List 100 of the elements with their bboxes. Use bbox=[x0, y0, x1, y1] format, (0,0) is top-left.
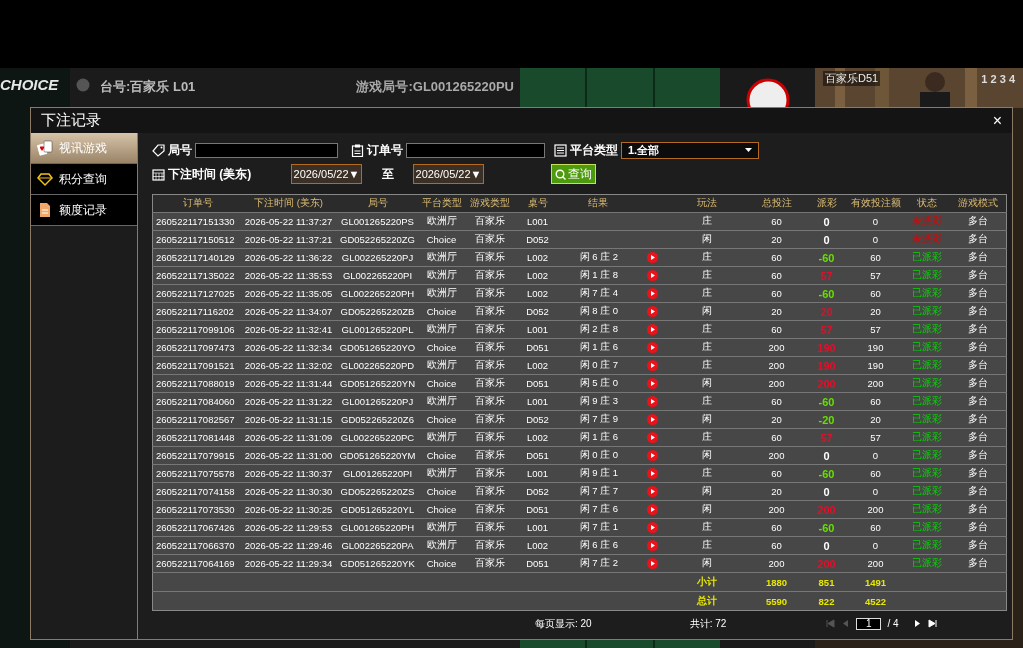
table-cell: 多台 bbox=[949, 500, 1007, 519]
badge-icon bbox=[76, 78, 90, 92]
table-cell: 欧洲厅 bbox=[420, 536, 463, 555]
table-cell: GL002265220PA bbox=[334, 536, 421, 555]
table-cell: 20 bbox=[746, 482, 807, 501]
table-cell: 多台 bbox=[949, 374, 1007, 393]
order-input[interactable] bbox=[406, 142, 545, 158]
column-header: 平台类型 bbox=[420, 194, 463, 213]
table-cell: 已派彩 bbox=[904, 284, 950, 303]
play-icon[interactable] bbox=[647, 396, 658, 408]
table-cell: 闲 bbox=[667, 500, 747, 519]
table-cell: 庄 bbox=[667, 464, 747, 483]
table-cell: GL001265220PH bbox=[334, 518, 421, 537]
total-count: 共计: 72 bbox=[689, 616, 727, 631]
table-cell: 2026-05-22 11:31:15 bbox=[242, 410, 335, 429]
play-icon[interactable] bbox=[647, 270, 658, 282]
platform-select[interactable]: 1.全部 bbox=[621, 141, 759, 159]
payout-amount: -60 bbox=[818, 251, 835, 264]
table-cell: 闲 bbox=[667, 374, 747, 393]
play-icon[interactable] bbox=[647, 486, 658, 498]
table-cell: 2026-05-22 11:37:27 bbox=[242, 212, 335, 231]
play-icon[interactable] bbox=[647, 468, 658, 480]
page-count: / 4 bbox=[887, 618, 899, 629]
play-icon[interactable] bbox=[647, 432, 658, 444]
table-cell: 60 bbox=[746, 266, 807, 285]
clipboard-icon bbox=[351, 143, 364, 157]
play-icon[interactable] bbox=[647, 288, 658, 300]
play-icon[interactable] bbox=[647, 342, 658, 354]
table-cell: 20 bbox=[746, 230, 807, 249]
play-icon[interactable] bbox=[647, 522, 658, 534]
table-cell: 百家乐 bbox=[462, 248, 518, 267]
table-cell: 多台 bbox=[949, 554, 1007, 573]
table-cell: 百家乐 bbox=[462, 482, 518, 501]
table-cell: 2026-05-22 11:37:21 bbox=[242, 230, 335, 249]
play-icon[interactable] bbox=[647, 306, 658, 318]
table-cell: 闲 bbox=[667, 230, 747, 249]
sidebar-item[interactable]: 积分查询 bbox=[31, 164, 137, 195]
table-cell: 200 bbox=[746, 338, 807, 357]
play-icon[interactable] bbox=[647, 414, 658, 426]
table-cell: 庄 bbox=[667, 536, 747, 555]
table-cell: 260522117084060 bbox=[152, 392, 243, 411]
table-cell: 百家乐 bbox=[462, 428, 518, 447]
table-cell: 2026-05-22 11:31:00 bbox=[242, 446, 335, 465]
page-input[interactable]: 1 bbox=[856, 617, 882, 630]
table-cell: 欧洲厅 bbox=[420, 428, 463, 447]
table-cell: 260522117127025 bbox=[152, 284, 243, 303]
table-cell: 已派彩 bbox=[904, 536, 950, 555]
table-cell: 2026-05-22 11:32:02 bbox=[242, 356, 335, 375]
table-cell: 多台 bbox=[949, 302, 1007, 321]
payout-amount: 0 bbox=[823, 449, 830, 462]
payout-amount: 200 bbox=[817, 503, 836, 516]
table-cell: Choice bbox=[420, 446, 463, 465]
column-header: 状态 bbox=[904, 194, 950, 213]
play-icon[interactable] bbox=[647, 558, 658, 570]
search-button[interactable]: 查询 bbox=[551, 164, 596, 184]
table-cell: L002 bbox=[517, 284, 558, 303]
table-cell: 闲 8 庄 0 bbox=[557, 302, 638, 321]
order-label: 订单号 bbox=[367, 141, 403, 159]
play-icon[interactable] bbox=[647, 378, 658, 390]
table-cell: L002 bbox=[517, 266, 558, 285]
play-icon[interactable] bbox=[647, 450, 658, 462]
table-cell: 闲 0 庄 7 bbox=[557, 356, 638, 375]
play-icon[interactable] bbox=[647, 540, 658, 552]
table-cell: 已派彩 bbox=[904, 320, 950, 339]
table-cell: 260522117073530 bbox=[152, 500, 243, 519]
play-icon[interactable] bbox=[647, 252, 658, 264]
table-cell: 百家乐 bbox=[462, 410, 518, 429]
table-cell: 欧洲厅 bbox=[420, 356, 463, 375]
table-cell: 庄 bbox=[667, 266, 747, 285]
payout-amount: 200 bbox=[817, 377, 836, 390]
summary-label: 总计 bbox=[667, 591, 747, 611]
table-cell: Choice bbox=[420, 410, 463, 429]
table-cell: 欧洲厅 bbox=[420, 464, 463, 483]
table-cell: 60 bbox=[846, 284, 905, 303]
last-page-button[interactable] bbox=[927, 619, 937, 628]
date-select[interactable]: 2026/05/22▼ bbox=[291, 164, 362, 184]
date-select[interactable]: 2026/05/22▼ bbox=[413, 164, 484, 184]
platform-label: 平台类型 bbox=[570, 141, 618, 159]
table-cell: 闲 bbox=[667, 302, 747, 321]
play-icon[interactable] bbox=[647, 324, 658, 336]
play-icon[interactable] bbox=[647, 360, 658, 372]
payout-amount: 20 bbox=[820, 305, 833, 318]
payout-amount: -60 bbox=[818, 467, 835, 480]
table-cell: 多台 bbox=[949, 482, 1007, 501]
table-cell: 多台 bbox=[949, 338, 1007, 357]
round-input[interactable] bbox=[195, 142, 338, 158]
table-cell: GL001265220PS bbox=[334, 212, 421, 231]
column-header: 下注时间 (美东) bbox=[242, 194, 335, 213]
play-icon[interactable] bbox=[647, 504, 658, 516]
sidebar-item[interactable]: 额度记录 bbox=[31, 195, 137, 226]
payout-amount: 0 bbox=[823, 485, 830, 498]
table-cell: 欧洲厅 bbox=[420, 266, 463, 285]
table-cell: 2026-05-22 11:29:46 bbox=[242, 536, 335, 555]
table-cell: Choice bbox=[420, 338, 463, 357]
payout-amount: 190 bbox=[817, 359, 836, 372]
next-page-button[interactable] bbox=[912, 619, 922, 628]
payout-amount: -60 bbox=[818, 287, 835, 300]
table-cell: 百家乐 bbox=[462, 392, 518, 411]
table-cell: 2026-05-22 11:36:22 bbox=[242, 248, 335, 267]
close-button[interactable]: × bbox=[990, 111, 1004, 130]
